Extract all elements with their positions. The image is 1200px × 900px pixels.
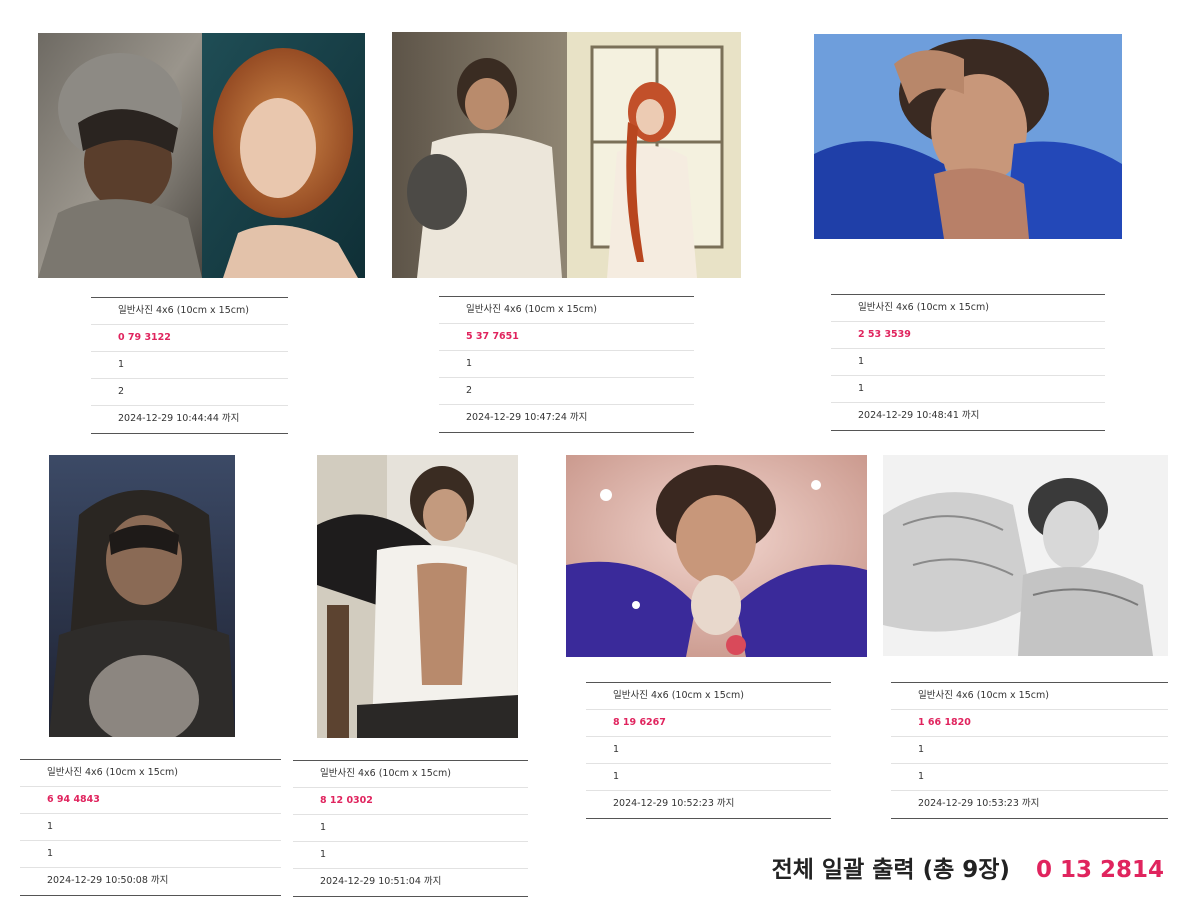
quantity-1: 1 xyxy=(891,737,1168,764)
photo-thumbnail-1[interactable] xyxy=(38,33,365,278)
order-item-5: 일반사진 4x6 (10cm x 15cm) 8 12 0302 1 1 202… xyxy=(293,760,528,897)
order-item-7: 일반사진 4x6 (10cm x 15cm) 1 66 1820 1 1 202… xyxy=(891,682,1168,819)
item-code: 6 94 4843 xyxy=(20,787,281,814)
man-with-petals-illustration xyxy=(566,455,867,657)
deadline: 2024-12-29 10:53:23 까지 xyxy=(918,798,1040,809)
quantity-1: 1 xyxy=(91,352,288,379)
photo-thumbnail-5[interactable] xyxy=(317,455,518,738)
deadline: 2024-12-29 10:51:04 까지 xyxy=(320,876,442,887)
man-on-chair-illustration xyxy=(317,455,518,738)
product-name: 일반사진 4x6 (10cm x 15cm) xyxy=(293,761,528,788)
quantity-2: 2 xyxy=(91,379,288,406)
item-code: 2 53 3539 xyxy=(831,322,1105,349)
deadline: 2024-12-29 10:48:41 까지 xyxy=(858,410,980,421)
order-item-1: 일반사진 4x6 (10cm x 15cm) 0 79 3122 1 2 202… xyxy=(91,297,288,434)
deadline: 2024-12-29 10:47:24 까지 xyxy=(466,412,588,423)
quantity-2: 1 xyxy=(831,376,1105,403)
photo-thumbnail-2[interactable] xyxy=(392,32,741,278)
man-and-woman-by-window-illustration xyxy=(392,32,741,278)
item-code: 8 12 0302 xyxy=(293,788,528,815)
item-code: 0 79 3122 xyxy=(91,325,288,352)
product-name: 일반사진 4x6 (10cm x 15cm) xyxy=(91,298,288,325)
photo-thumbnail-3[interactable] xyxy=(814,34,1122,239)
quantity-2: 1 xyxy=(891,764,1168,791)
quantity-2: 1 xyxy=(20,841,281,868)
product-name: 일반사진 4x6 (10cm x 15cm) xyxy=(586,683,831,710)
hooded-knight-illustration xyxy=(49,455,235,737)
photo-thumbnail-4[interactable] xyxy=(49,455,235,737)
quantity-1: 1 xyxy=(293,815,528,842)
quantity-2: 2 xyxy=(439,378,694,405)
product-name: 일반사진 4x6 (10cm x 15cm) xyxy=(891,683,1168,710)
knight-and-redhead-illustration xyxy=(38,33,365,278)
product-name: 일반사진 4x6 (10cm x 15cm) xyxy=(439,297,694,324)
item-code: 1 66 1820 xyxy=(891,710,1168,737)
quantity-1: 1 xyxy=(586,737,831,764)
product-name: 일반사진 4x6 (10cm x 15cm) xyxy=(831,295,1105,322)
total-label: 전체 일괄 출력 (총 9장) xyxy=(771,857,1010,883)
quantity-2: 1 xyxy=(586,764,831,791)
product-name: 일반사진 4x6 (10cm x 15cm) xyxy=(20,760,281,787)
quantity-1: 1 xyxy=(831,349,1105,376)
order-item-3: 일반사진 4x6 (10cm x 15cm) 2 53 3539 1 1 202… xyxy=(831,294,1105,431)
man-and-horse-sketch xyxy=(883,455,1168,656)
order-item-4: 일반사진 4x6 (10cm x 15cm) 6 94 4843 1 1 202… xyxy=(20,759,281,896)
deadline: 2024-12-29 10:52:23 까지 xyxy=(613,798,735,809)
item-code: 8 19 6267 xyxy=(586,710,831,737)
photo-thumbnail-6[interactable] xyxy=(566,455,867,657)
deadline: 2024-12-29 10:50:08 까지 xyxy=(47,875,169,886)
quantity-1: 1 xyxy=(439,351,694,378)
man-in-blue-robe-illustration xyxy=(814,34,1122,239)
deadline: 2024-12-29 10:44:44 까지 xyxy=(118,413,240,424)
total-amount: 0 13 2814 xyxy=(1035,857,1164,883)
order-item-2: 일반사진 4x6 (10cm x 15cm) 5 37 7651 1 2 202… xyxy=(439,296,694,433)
photo-thumbnail-7[interactable] xyxy=(883,455,1168,656)
item-code: 5 37 7651 xyxy=(439,324,694,351)
total-summary: 전체 일괄 출력 (총 9장) 0 13 2814 xyxy=(772,850,1164,884)
quantity-2: 1 xyxy=(293,842,528,869)
order-item-6: 일반사진 4x6 (10cm x 15cm) 8 19 6267 1 1 202… xyxy=(586,682,831,819)
quantity-1: 1 xyxy=(20,814,281,841)
